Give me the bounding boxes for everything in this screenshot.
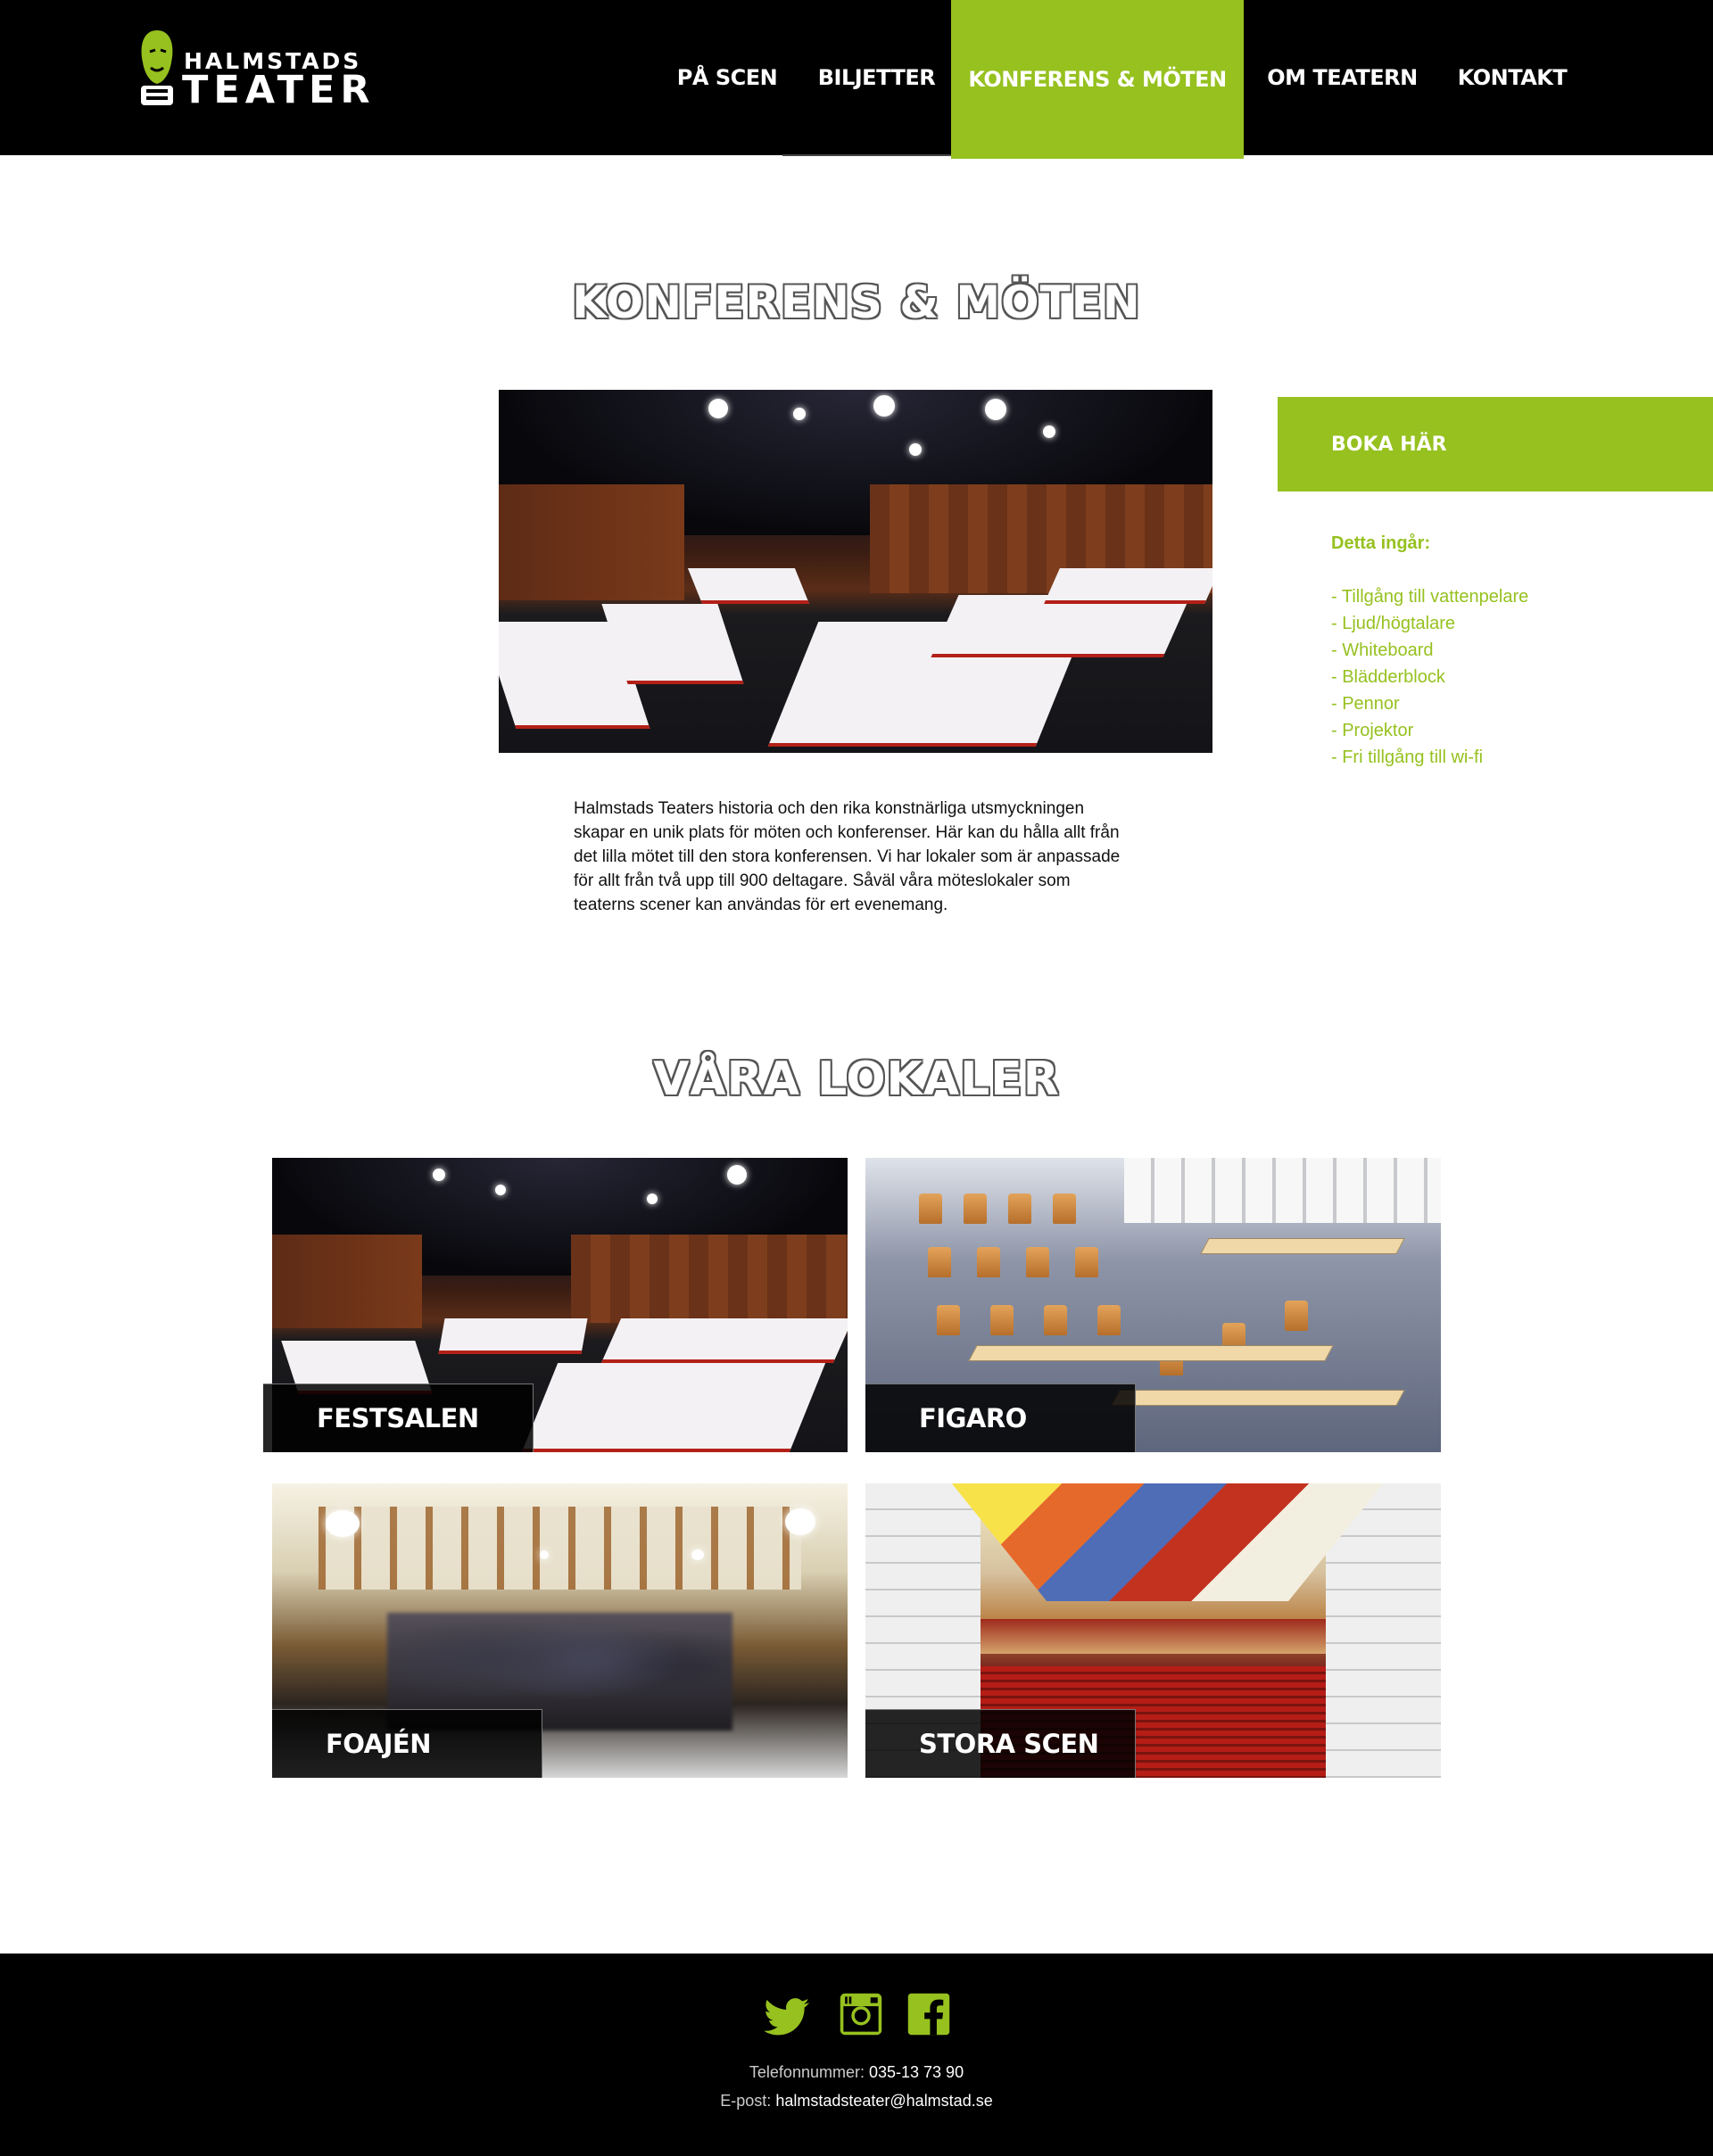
venue-label: Festsalen (263, 1384, 534, 1452)
instagram-icon (840, 1993, 882, 2036)
includes-item: - Tillgång till vattenpelare (1331, 587, 1529, 607)
venue-tile-festsalen[interactable]: Festsalen (263, 1158, 848, 1452)
instagram-link[interactable] (839, 1992, 889, 2042)
footer-email: E-post: halmstadsteater@halmstad.se (0, 2092, 1713, 2111)
phone-label: Telefonnummer: (749, 2063, 865, 2081)
email-label: E-post: (720, 2092, 772, 2110)
nav-divider (782, 154, 951, 156)
logo-text-bottom: TEATER (182, 68, 376, 112)
includes-box: Detta ingår: - Tillgång till vattenpelar… (1331, 530, 1688, 771)
includes-item: - Whiteboard (1331, 640, 1434, 660)
venue-tile-figaro[interactable]: Figaro (865, 1158, 1441, 1452)
facebook-link[interactable] (906, 1992, 956, 2042)
email-link[interactable]: halmstadsteater@halmstad.se (775, 2092, 992, 2110)
twitter-icon (764, 1998, 809, 2036)
page-title: Konferens & möten (572, 277, 1141, 328)
theatre-mask-icon (141, 30, 173, 105)
includes-item: - Pennor (1331, 694, 1400, 714)
twitter-link[interactable] (763, 1992, 813, 2042)
venues-title: Våra lokaler (653, 1053, 1060, 1106)
venue-label: Figaro (865, 1384, 1136, 1452)
nav-item-pa-scen[interactable]: På scen (665, 0, 790, 155)
venue-label: Foajén (272, 1709, 542, 1778)
venue-tile-stora-scen[interactable]: Stora scen (865, 1483, 1441, 1778)
includes-item: - Blädderblock (1331, 667, 1445, 687)
includes-list: - Tillgång till vattenpelare - Ljud/högt… (1331, 583, 1688, 771)
nav-item-om-teatern[interactable]: Om teatern (1260, 0, 1425, 155)
nav-item-biljetter[interactable]: Biljetter (807, 0, 946, 155)
includes-title: Detta ingår: (1331, 533, 1431, 553)
footer-phone: Telefonnummer: 035-13 73 90 (0, 2063, 1713, 2082)
site-footer: Telefonnummer: 035-13 73 90 E-post: halm… (0, 1954, 1713, 2156)
site-logo[interactable]: HALMSTADS TEATER (134, 25, 369, 114)
phone-value: 035-13 73 90 (868, 2063, 964, 2081)
venue-label: Stora scen (865, 1709, 1136, 1778)
includes-item: - Projektor (1331, 721, 1414, 740)
book-button[interactable]: Boka här (1278, 397, 1713, 492)
includes-item: - Fri tillgång till wi-fi (1331, 748, 1484, 767)
nav-item-kontakt[interactable]: Kontakt (1445, 0, 1579, 155)
facebook-icon (907, 1993, 950, 2036)
site-header: HALMSTADS TEATER På scen Biljetter Konfe… (0, 0, 1713, 159)
hero-image (499, 390, 1212, 753)
includes-item: - Ljud/högtalare (1331, 614, 1455, 633)
nav-item-konferens-active[interactable]: Konferens & möten (951, 0, 1244, 159)
intro-text: Halmstads Teaters historia och den rika … (574, 799, 1121, 914)
venue-tile-foajen[interactable]: Foajén (272, 1483, 848, 1778)
